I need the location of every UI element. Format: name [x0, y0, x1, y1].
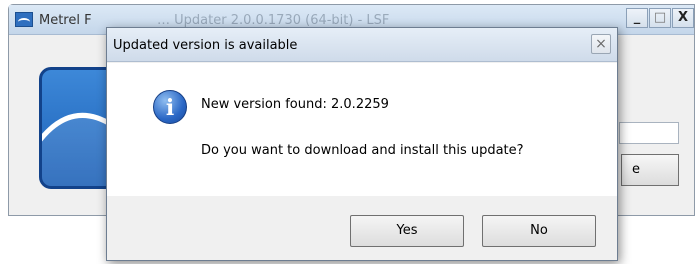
app-icon: [15, 12, 33, 27]
dialog-body: [107, 63, 617, 196]
version-message: New version found: 2.0.2259: [201, 97, 389, 112]
yes-button[interactable]: Yes: [350, 215, 464, 247]
background-window-title-obscured: … Updater 2.0.0.1730 (64-bit) - LSF: [157, 13, 390, 28]
close-button[interactable]: X: [672, 8, 694, 28]
dialog-titlebar: Updated version is available ×: [107, 28, 617, 62]
info-icon: i: [153, 90, 187, 124]
maximize-button[interactable]: □: [649, 8, 671, 28]
background-button[interactable]: e: [621, 154, 679, 186]
window-controls: _ □ X: [625, 8, 694, 28]
dialog-close-button[interactable]: ×: [591, 34, 611, 54]
install-question: Do you want to download and install this…: [201, 143, 524, 158]
background-window-title: Metrel F: [39, 13, 92, 28]
dialog-title: Updated version is available: [113, 38, 298, 53]
update-dialog: Updated version is available × i New ver…: [106, 27, 618, 261]
no-button[interactable]: No: [482, 215, 596, 247]
minimize-button[interactable]: _: [626, 8, 648, 28]
background-text-field[interactable]: [619, 122, 679, 144]
